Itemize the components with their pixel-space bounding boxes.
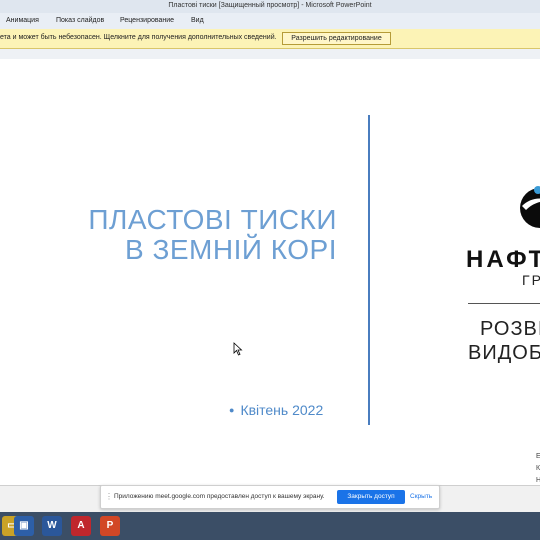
mouse-cursor-icon: [233, 342, 243, 356]
department-line1: РОЗВІ: [480, 318, 540, 340]
document-area-top: [0, 49, 540, 59]
save-icon[interactable]: ▣: [14, 516, 34, 536]
tab-slideshow[interactable]: Показ слайдов: [56, 16, 104, 25]
tab-animation[interactable]: Анимация: [6, 16, 39, 25]
pdf-icon[interactable]: A: [71, 516, 91, 536]
company-name: НАФТ: [466, 246, 540, 273]
word-icon[interactable]: W: [42, 516, 62, 536]
protected-view-message[interactable]: ета и может быть небезопасен. Щелкните д…: [0, 34, 277, 41]
company-logo-icon: [520, 186, 540, 228]
tab-view[interactable]: Вид: [191, 16, 204, 25]
window-title: Пластові тиски [Защищенный просмотр] - M…: [168, 2, 372, 9]
side-letter: К: [536, 465, 540, 472]
ribbon-tabs: Анимация Показ слайдов Рецензирование Ви…: [0, 13, 540, 30]
slide-date: ● Квітень 2022: [229, 402, 323, 418]
window-titlebar: Пластові тиски [Защищенный просмотр] - M…: [0, 0, 540, 13]
screen-share-message: Приложению meet.google.com предоставлен …: [114, 493, 325, 500]
protected-view-bar: ета и может быть небезопасен. Щелкните д…: [0, 29, 540, 49]
slide-divider: [368, 115, 370, 425]
side-letters: Е К Н: [536, 451, 540, 487]
enable-editing-button[interactable]: Разрешить редактирование: [282, 32, 391, 45]
stop-sharing-button[interactable]: Закрыть доступ: [337, 490, 405, 504]
side-letter: Е: [536, 453, 540, 460]
screen-share-bar: ⋮ Приложению meet.google.com предоставле…: [100, 485, 440, 509]
slide-title: ПЛАСТОВІ ТИСКИ В ЗЕМНІЙ КОРІ: [88, 205, 337, 265]
slide-title-line2: В ЗЕМНІЙ КОРІ: [124, 234, 337, 265]
taskbar: ▭ ▣ W A P: [0, 512, 540, 540]
slide-date-text: Квітень 2022: [240, 402, 324, 418]
tab-review[interactable]: Рецензирование: [120, 16, 174, 25]
department-line2: ВИДОБ: [468, 342, 540, 364]
company-group: ГР: [522, 272, 540, 288]
drag-handle-icon[interactable]: ⋮: [105, 492, 113, 501]
slide: ПЛАСТОВІ ТИСКИ В ЗЕМНІЙ КОРІ ● Квітень 20…: [0, 59, 540, 485]
powerpoint-icon[interactable]: P: [100, 516, 120, 536]
bullet-icon: ●: [229, 405, 235, 415]
slide-title-line1: ПЛАСТОВІ ТИСКИ: [88, 204, 337, 235]
logo-separator: [468, 303, 540, 304]
hide-button[interactable]: Скрыть: [410, 493, 432, 500]
